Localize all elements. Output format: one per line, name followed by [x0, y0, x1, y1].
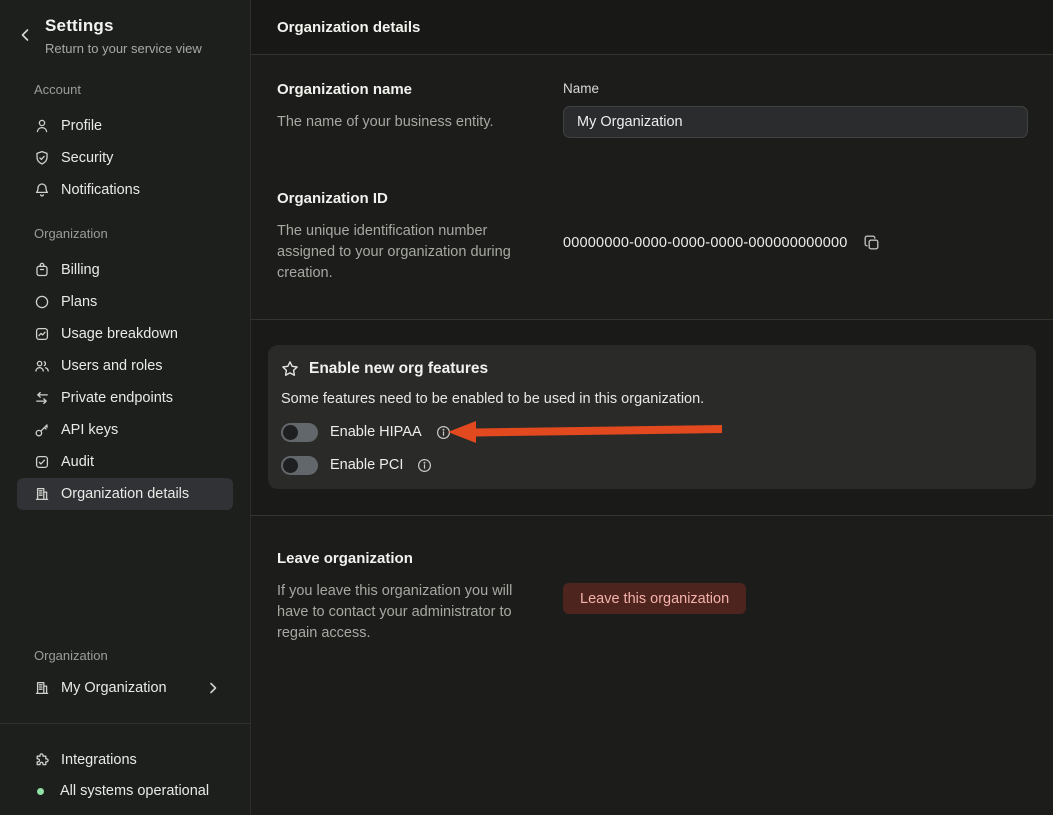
sidebar-item-organization-details[interactable]: Organization details	[17, 478, 233, 510]
hipaa-toggle-row: Enable HIPAA	[281, 422, 1020, 442]
sidebar-item-label: Integrations	[61, 752, 137, 768]
feature-card-description: Some features need to be enabled to be u…	[281, 391, 1020, 407]
name-field-label: Name	[563, 81, 1028, 96]
sidebar-item-label: Audit	[61, 454, 94, 470]
org-name-input[interactable]	[563, 106, 1028, 138]
org-switcher-nav: My Organization	[0, 672, 250, 704]
billing-icon	[34, 262, 50, 278]
sidebar-divider	[0, 723, 250, 724]
sidebar-item-api-keys[interactable]: API keys	[17, 414, 233, 446]
sidebar-item-security[interactable]: Security	[17, 142, 233, 174]
section-label-organization: Organization	[34, 226, 108, 241]
sidebar-item-label: Notifications	[61, 182, 140, 198]
feature-card-title: Enable new org features	[309, 360, 488, 378]
hipaa-toggle-label: Enable HIPAA	[330, 424, 422, 440]
sidebar-footer: Integrations All systems operational	[0, 744, 250, 806]
endpoints-arrows-icon	[34, 390, 50, 406]
status-text: All systems operational	[60, 783, 209, 799]
org-name-section: Organization name The name of your busin…	[251, 55, 1053, 138]
sidebar-item-label: API keys	[61, 422, 118, 438]
main-panel: Organization details Organization name T…	[251, 0, 1053, 815]
sidebar-item-label: Usage breakdown	[61, 326, 178, 342]
bell-icon	[34, 182, 50, 198]
sidebar-item-profile[interactable]: Profile	[17, 110, 233, 142]
page-header: Organization details	[251, 0, 1053, 55]
sidebar-item-label: Users and roles	[61, 358, 163, 374]
star-icon	[281, 360, 299, 378]
sidebar-item-label: Plans	[61, 294, 97, 310]
org-switcher-item[interactable]: My Organization	[17, 672, 233, 704]
org-switcher-label: Organization	[34, 648, 108, 663]
enable-pci-toggle[interactable]	[281, 456, 318, 475]
org-switcher-name: My Organization	[61, 680, 167, 696]
enable-hipaa-toggle[interactable]	[281, 423, 318, 442]
sidebar-item-audit[interactable]: Audit	[17, 446, 233, 478]
sidebar-item-notifications[interactable]: Notifications	[17, 174, 233, 206]
org-name-description: The name of your business entity.	[277, 112, 531, 133]
sidebar-item-label: Security	[61, 150, 113, 166]
leave-org-section: Leave organization If you leave this org…	[251, 516, 1053, 644]
building-icon	[34, 680, 50, 696]
sidebar-item-label: Profile	[61, 118, 102, 134]
key-icon	[34, 422, 50, 438]
sidebar-item-integrations[interactable]: Integrations	[17, 744, 233, 776]
sidebar-item-plans[interactable]: Plans	[17, 286, 233, 318]
back-chevron-icon[interactable]	[18, 26, 32, 44]
status-ok-dot	[37, 788, 44, 795]
leave-org-title: Leave organization	[277, 550, 563, 567]
org-id-title: Organization ID	[277, 190, 563, 207]
audit-icon	[34, 454, 50, 470]
chevron-right-icon	[207, 681, 219, 695]
building-icon	[34, 486, 50, 502]
usage-chart-icon	[34, 326, 50, 342]
sidebar-item-billing[interactable]: Billing	[17, 254, 233, 286]
org-name-title: Organization name	[277, 81, 563, 98]
sidebar-item-label: Private endpoints	[61, 390, 173, 406]
settings-sidebar: Settings Return to your service view Acc…	[0, 0, 251, 815]
sidebar-title: Settings	[45, 16, 114, 36]
system-status-item[interactable]: All systems operational	[17, 776, 233, 806]
user-icon	[34, 118, 50, 134]
users-icon	[34, 358, 50, 374]
plans-icon	[34, 294, 50, 310]
leave-org-description: If you leave this organization you will …	[277, 581, 531, 644]
sidebar-subtitle[interactable]: Return to your service view	[45, 41, 202, 56]
account-nav: Profile Security Notifications	[0, 110, 250, 206]
feature-band: Enable new org features Some features ne…	[251, 320, 1053, 515]
page-title: Organization details	[277, 19, 420, 36]
shield-icon	[34, 150, 50, 166]
organization-nav: Billing Plans Usage breakdown Users and …	[0, 254, 250, 510]
info-icon[interactable]	[436, 425, 451, 440]
sidebar-item-private-endpoints[interactable]: Private endpoints	[17, 382, 233, 414]
sidebar-item-users-and-roles[interactable]: Users and roles	[17, 350, 233, 382]
copy-icon[interactable]	[863, 234, 881, 252]
sidebar-item-label: Organization details	[61, 486, 189, 502]
pci-toggle-label: Enable PCI	[330, 457, 403, 473]
org-id-description: The unique identification number assigne…	[277, 221, 531, 284]
org-id-value: 00000000-0000-0000-0000-000000000000	[563, 235, 848, 251]
info-icon[interactable]	[417, 458, 432, 473]
org-id-section: Organization ID The unique identificatio…	[251, 190, 1053, 319]
puzzle-icon	[34, 752, 50, 768]
leave-organization-button[interactable]: Leave this organization	[563, 583, 746, 614]
sidebar-item-usage-breakdown[interactable]: Usage breakdown	[17, 318, 233, 350]
enable-features-card: Enable new org features Some features ne…	[268, 345, 1036, 489]
section-label-account: Account	[34, 82, 81, 97]
sidebar-item-label: Billing	[61, 262, 100, 278]
pci-toggle-row: Enable PCI	[281, 455, 1020, 475]
